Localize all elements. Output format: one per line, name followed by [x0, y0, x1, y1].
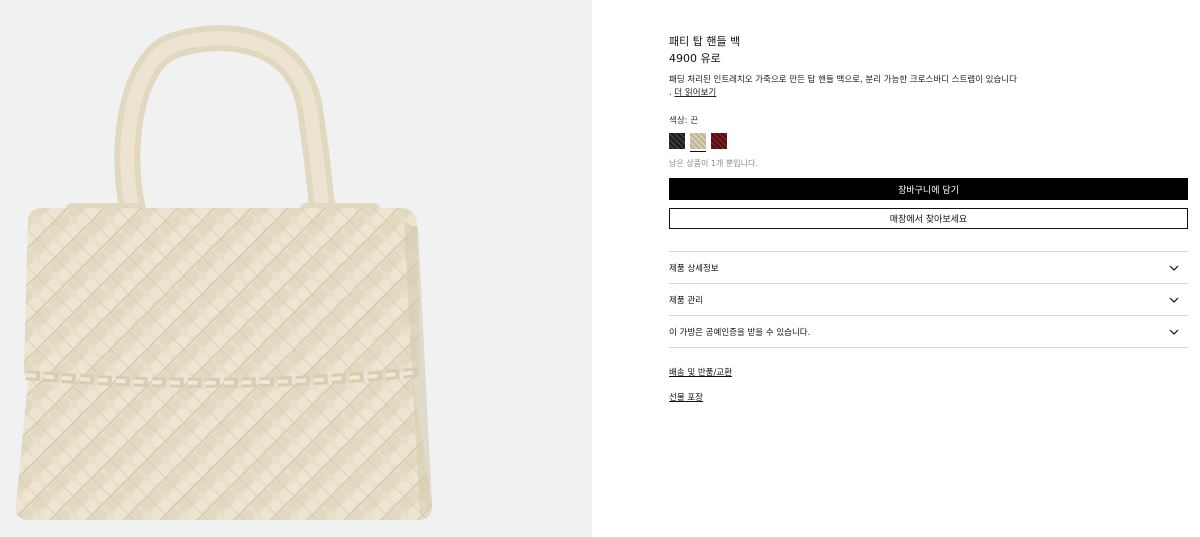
find-in-store-button[interactable]: 매장에서 찾아보세요: [669, 208, 1188, 229]
product-image[interactable]: [0, 0, 592, 537]
accordion-product-details[interactable]: 제품 상세정보: [669, 252, 1188, 284]
product-title: 패티 탑 핸들 백: [669, 35, 741, 48]
color-swatches: [669, 133, 1188, 152]
accordion-label: 제품 상세정보: [669, 263, 719, 274]
read-more-row: . 더 읽어보기: [669, 87, 1188, 100]
add-to-cart-button[interactable]: 장바구니에 담기: [669, 178, 1188, 200]
read-more-link[interactable]: 더 읽어보기: [674, 88, 716, 98]
service-links: 배송 및 반품/교환 선물 포장: [669, 366, 1188, 403]
chevron-down-icon: [1169, 329, 1179, 335]
shipping-returns-link[interactable]: 배송 및 반품/교환: [669, 366, 1188, 378]
chevron-down-icon: [1169, 297, 1179, 303]
swatch-black[interactable]: [669, 133, 685, 149]
accordion-product-care[interactable]: 제품 관리: [669, 284, 1188, 316]
accordion: 제품 상세정보 제품 관리 이 가방은 공예인증을 받을 수 있습니다.: [669, 251, 1188, 348]
stock-note: 남은 상품이 1개 뿐입니다.: [669, 159, 758, 168]
accordion-label: 이 가방은 공예인증을 받을 수 있습니다.: [669, 327, 811, 338]
swatch-red[interactable]: [711, 133, 727, 149]
product-info: 패티 탑 핸들 백 4900 유로 패딩 처리된 인트레치오 가죽으로 만든 탑…: [669, 34, 1188, 416]
chevron-down-icon: [1169, 265, 1179, 271]
gift-wrap-link[interactable]: 선물 포장: [669, 391, 1188, 403]
swatch-cream[interactable]: [690, 133, 706, 152]
product-price: 4900 유로: [669, 52, 721, 65]
color-label: 색상: 끈: [669, 116, 699, 126]
read-more-prefix: .: [669, 88, 672, 98]
product-image-panel: [0, 0, 592, 537]
accordion-label: 제품 관리: [669, 295, 703, 306]
product-description: 패딩 처리된 인트레치오 가죽으로 만든 탑 핸들 백으로, 분리 가능한 크로…: [669, 75, 1017, 85]
accordion-certification[interactable]: 이 가방은 공예인증을 받을 수 있습니다.: [669, 316, 1188, 348]
